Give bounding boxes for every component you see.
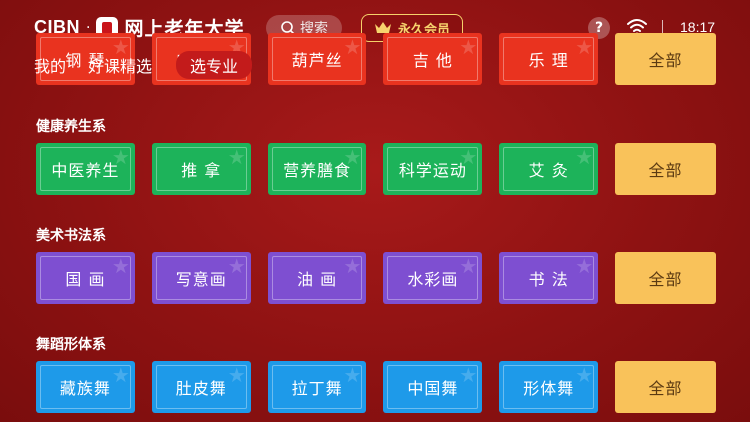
- course-tile[interactable]: ★ 肚皮舞: [151, 361, 251, 413]
- course-tile[interactable]: ★ 中国舞: [383, 361, 483, 413]
- course-tile[interactable]: ★ 推 拿: [151, 143, 251, 195]
- section-title: 美术书法系: [36, 228, 106, 244]
- all-label: 全部: [648, 270, 683, 289]
- all-label: 全部: [648, 379, 683, 398]
- all-button[interactable]: 全部: [615, 361, 716, 413]
- nav-tabs: 我的 好课精选 选专业: [34, 51, 274, 79]
- course-tile[interactable]: ★ 国 画: [36, 252, 135, 304]
- all-button[interactable]: 全部: [615, 33, 716, 85]
- course-tile[interactable]: ★ 乐 理: [499, 33, 599, 85]
- course-tile[interactable]: ★ 科学运动: [383, 143, 483, 195]
- course-tile[interactable]: ★ 油 画: [267, 252, 367, 304]
- course-tile[interactable]: ★ 写意画: [151, 252, 251, 304]
- course-tile[interactable]: ★ 藏族舞: [36, 361, 135, 413]
- tab-featured[interactable]: 好课精选: [88, 53, 152, 77]
- course-label: 科学运动: [398, 161, 467, 180]
- course-label: 推 拿: [181, 161, 222, 180]
- tab-choose-major[interactable]: 选专业: [176, 51, 253, 79]
- course-label: 乐 理: [528, 51, 569, 70]
- all-button[interactable]: 全部: [615, 252, 716, 304]
- course-label: 营养膳食: [283, 161, 352, 180]
- section-title: 舞蹈形体系: [36, 337, 106, 353]
- all-label: 全部: [648, 161, 683, 180]
- health-row: ★ 中医养生 ★ 推 拿 ★ 营养膳食 ★ 科学运动 ★ 艾 灸 全部: [36, 143, 716, 195]
- course-label: 中国舞: [407, 379, 459, 398]
- course-tile[interactable]: ★ 艾 灸: [499, 143, 599, 195]
- course-label: 水彩画: [407, 270, 459, 289]
- course-tile[interactable]: ★ 中医养生: [36, 143, 135, 195]
- course-label: 油 画: [297, 270, 338, 289]
- all-label: 全部: [648, 51, 683, 70]
- all-button[interactable]: 全部: [615, 143, 716, 195]
- course-tile[interactable]: ★ 拉丁舞: [267, 361, 367, 413]
- course-tile[interactable]: ★ 形体舞: [499, 361, 599, 413]
- course-label: 国 画: [65, 270, 106, 289]
- course-label: 形体舞: [523, 379, 575, 398]
- course-label: 肚皮舞: [175, 379, 227, 398]
- course-label: 拉丁舞: [291, 379, 343, 398]
- course-tile[interactable]: ★ 书 法: [499, 252, 599, 304]
- art-row: ★ 国 画 ★ 写意画 ★ 油 画 ★ 水彩画 ★ 书 法 全部: [36, 252, 716, 304]
- course-tile[interactable]: ★ 葫芦丝: [267, 33, 367, 85]
- course-tile[interactable]: ★ 吉 他: [383, 33, 483, 85]
- course-label: 中医养生: [51, 161, 120, 180]
- dance-row: ★ 藏族舞 ★ 肚皮舞 ★ 拉丁舞 ★ 中国舞 ★ 形体舞 全部: [36, 361, 716, 413]
- course-label: 艾 灸: [528, 161, 569, 180]
- course-label: 吉 他: [412, 51, 453, 70]
- course-label: 葫芦丝: [291, 51, 343, 70]
- course-label: 写意画: [175, 270, 227, 289]
- section-title: 健康养生系: [36, 119, 106, 135]
- tab-mine[interactable]: 我的: [34, 53, 66, 77]
- course-tile[interactable]: ★ 水彩画: [383, 252, 483, 304]
- course-tile[interactable]: ★ 营养膳食: [267, 143, 367, 195]
- course-label: 书 法: [528, 270, 569, 289]
- course-label: 藏族舞: [59, 379, 111, 398]
